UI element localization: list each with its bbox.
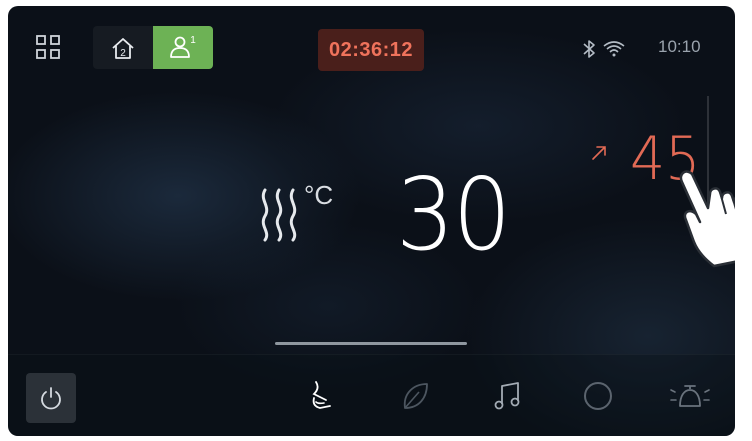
arrow-up-right-icon — [592, 146, 606, 160]
circle-icon[interactable] — [580, 378, 616, 414]
bottom-bar — [8, 354, 735, 436]
current-temperature: 30 — [396, 156, 511, 273]
person-icon: 1 — [170, 35, 196, 58]
home-mode-badge: 2 — [120, 48, 126, 59]
heat-waves-icon — [261, 188, 297, 242]
home-mode-button[interactable]: 2 — [93, 26, 153, 69]
power-icon — [41, 387, 61, 410]
music-note-icon[interactable] — [490, 378, 526, 414]
session-timer: 02:36:12 — [318, 29, 424, 71]
page-indicator — [275, 342, 467, 345]
clock: 10:10 — [658, 37, 701, 56]
leaf-icon[interactable] — [397, 378, 433, 414]
temperature-unit: °C — [304, 180, 334, 210]
power-button[interactable] — [26, 373, 76, 423]
status-icons — [583, 40, 625, 58]
apps-grid-icon[interactable] — [35, 34, 61, 60]
home-icon: 2 — [112, 37, 134, 59]
user-mode-button[interactable]: 1 — [153, 26, 213, 69]
bluetooth-icon — [583, 40, 595, 58]
touch-hand-icon — [679, 170, 735, 268]
car-climate-screen: 2 1 02:36:12 10:10 °C 30 45 — [8, 6, 735, 436]
mode-selector: 2 1 — [93, 26, 213, 69]
lamp-icon[interactable] — [668, 378, 712, 414]
airflow-icon[interactable] — [304, 378, 340, 414]
wifi-icon — [603, 41, 625, 57]
user-mode-badge: 1 — [190, 35, 196, 46]
